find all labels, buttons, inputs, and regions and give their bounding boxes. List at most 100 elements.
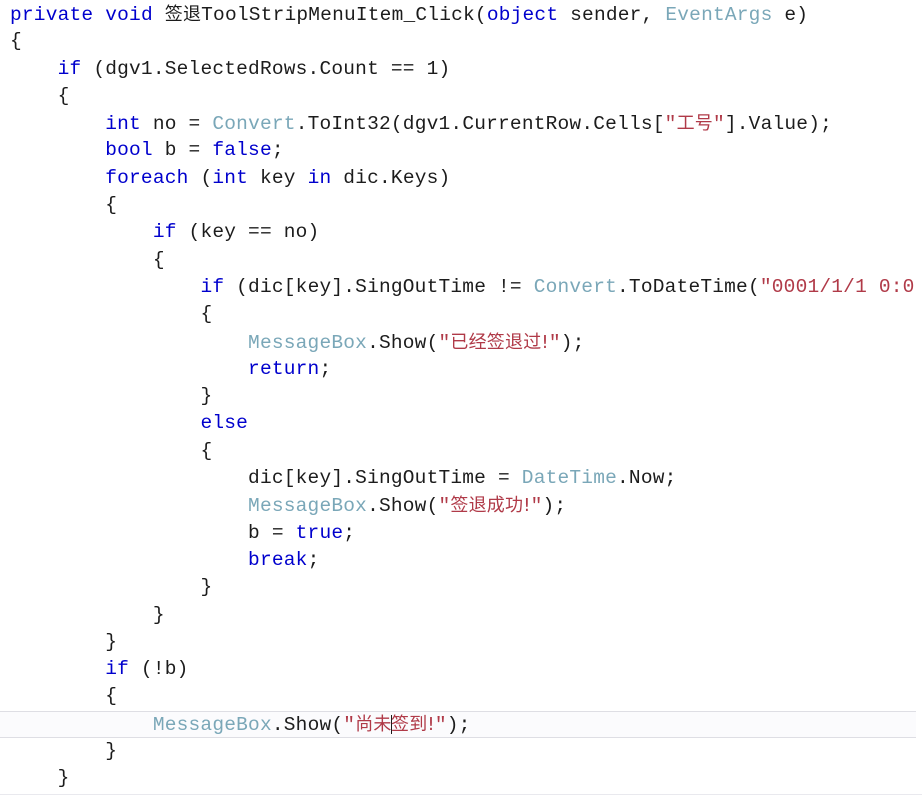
code-token-pln: .ToDateTime( xyxy=(617,275,760,298)
code-token-typ: Convert xyxy=(533,275,618,298)
code-line[interactable]: else xyxy=(0,410,922,437)
code-line[interactable]: } xyxy=(0,765,922,792)
code-token-pln: } xyxy=(57,767,70,790)
code-token-cjk: 签退 xyxy=(164,4,202,25)
code-token-kw: if xyxy=(200,275,225,298)
code-token-pln: ; xyxy=(319,357,332,380)
code-line[interactable]: MessageBox.Show("签退成功!"); xyxy=(0,492,922,519)
code-token-string-cjk: 签到! xyxy=(391,713,435,735)
code-token-pln: { xyxy=(10,30,22,53)
code-token-pln: dic.Keys) xyxy=(331,166,451,189)
code-line[interactable]: if (key == no) xyxy=(0,219,922,246)
code-line[interactable]: if (dgv1.SelectedRows.Count == 1) xyxy=(0,56,922,83)
code-line[interactable]: } xyxy=(0,574,922,601)
code-line[interactable]: { xyxy=(0,438,922,465)
code-token-pln xyxy=(93,4,105,26)
code-token-pln: { xyxy=(105,194,118,217)
editor-bottom-divider xyxy=(0,794,922,795)
code-token-typ: MessageBox xyxy=(248,495,368,518)
code-token-typ: MessageBox xyxy=(248,331,368,354)
code-token-kw: return xyxy=(248,357,320,380)
code-token-pln: } xyxy=(200,385,213,408)
code-token-str: " xyxy=(438,495,451,518)
code-line[interactable]: foreach (int key in dic.Keys) xyxy=(0,165,922,192)
code-token-pln: ); xyxy=(560,331,585,354)
code-line[interactable]: dic[key].SingOutTime = DateTime.Now; xyxy=(0,465,922,492)
code-line[interactable]: { xyxy=(0,683,922,710)
code-token-pln: key xyxy=(248,166,308,189)
code-line[interactable]: if (!b) xyxy=(0,656,922,683)
code-editor[interactable]: private void 签退ToolStripMenuItem_Click(o… xyxy=(0,0,922,796)
code-line[interactable]: } xyxy=(0,602,922,629)
code-token-kw: false xyxy=(212,139,272,162)
code-token-typ: DateTime xyxy=(521,467,618,490)
code-token-pln: sender, xyxy=(558,4,666,26)
code-token-kw: int xyxy=(212,166,249,189)
code-line[interactable]: { xyxy=(0,28,922,55)
code-token-pln: b = xyxy=(152,139,213,162)
code-token-kw: object xyxy=(486,4,559,26)
code-line[interactable]: MessageBox.Show("已经签退过!"); xyxy=(0,329,922,356)
code-token-kw: foreach xyxy=(105,166,189,189)
code-token-typ: MessageBox xyxy=(152,713,272,736)
code-token-pln xyxy=(153,4,165,26)
code-line[interactable]: int no = Convert.ToInt32(dgv1.CurrentRow… xyxy=(0,110,922,137)
code-token-pln: ); xyxy=(542,495,567,518)
code-line[interactable]: { xyxy=(0,83,922,110)
code-line[interactable]: private void 签退ToolStripMenuItem_Click(o… xyxy=(0,1,922,28)
code-token-pln: .Show( xyxy=(367,331,439,354)
code-line[interactable]: { xyxy=(0,301,922,328)
code-token-string-cjk: 工号 xyxy=(676,113,713,135)
code-token-kw: if xyxy=(57,57,82,80)
code-token-string-cjk: 已经签退过! xyxy=(450,331,549,353)
code-token-pln: ) xyxy=(438,57,451,80)
code-token-kw: private xyxy=(10,4,94,26)
code-line-current[interactable]: MessageBox.Show("尚未签到!"); xyxy=(0,710,916,739)
code-line[interactable]: b = true; xyxy=(0,520,922,547)
code-line[interactable]: { xyxy=(0,192,922,219)
code-token-kw: if xyxy=(105,658,130,681)
code-token-kw: int xyxy=(105,113,141,136)
code-token-pln: ; xyxy=(343,521,356,544)
code-token-pln: (dic[key].SingOutTime != xyxy=(224,275,534,298)
code-line[interactable]: { xyxy=(0,247,922,274)
code-token-pln: (key == no) xyxy=(176,221,320,244)
code-token-string-cjk: 尚未 xyxy=(355,713,392,735)
code-token-typ: Convert xyxy=(212,113,296,136)
code-token-str: " xyxy=(438,331,451,354)
code-token-pln: ].Value); xyxy=(724,113,832,136)
code-line[interactable]: break; xyxy=(0,547,922,574)
code-line[interactable]: } xyxy=(0,383,922,410)
code-token-pln: (!b) xyxy=(129,658,189,681)
code-token-str: " xyxy=(343,713,356,736)
code-line[interactable]: bool b = false; xyxy=(0,137,922,164)
code-token-pln: { xyxy=(105,685,118,708)
code-token-pln: ); xyxy=(446,713,471,736)
code-token-pln: } xyxy=(200,576,213,599)
code-line[interactable]: return; xyxy=(0,356,922,383)
code-line[interactable]: if (dic[key].SingOutTime != Convert.ToDa… xyxy=(0,274,922,301)
code-token-num: 1 xyxy=(426,57,439,80)
code-token-pln: } xyxy=(105,630,118,653)
code-token-kw: bool xyxy=(105,139,153,162)
code-line[interactable]: } xyxy=(0,738,922,765)
code-line[interactable]: } xyxy=(0,629,922,656)
code-surface[interactable]: private void 签退ToolStripMenuItem_Click(o… xyxy=(0,0,922,793)
code-token-pln: } xyxy=(152,603,165,626)
code-token-kw: break xyxy=(248,548,308,571)
code-token-str: " xyxy=(434,713,447,736)
